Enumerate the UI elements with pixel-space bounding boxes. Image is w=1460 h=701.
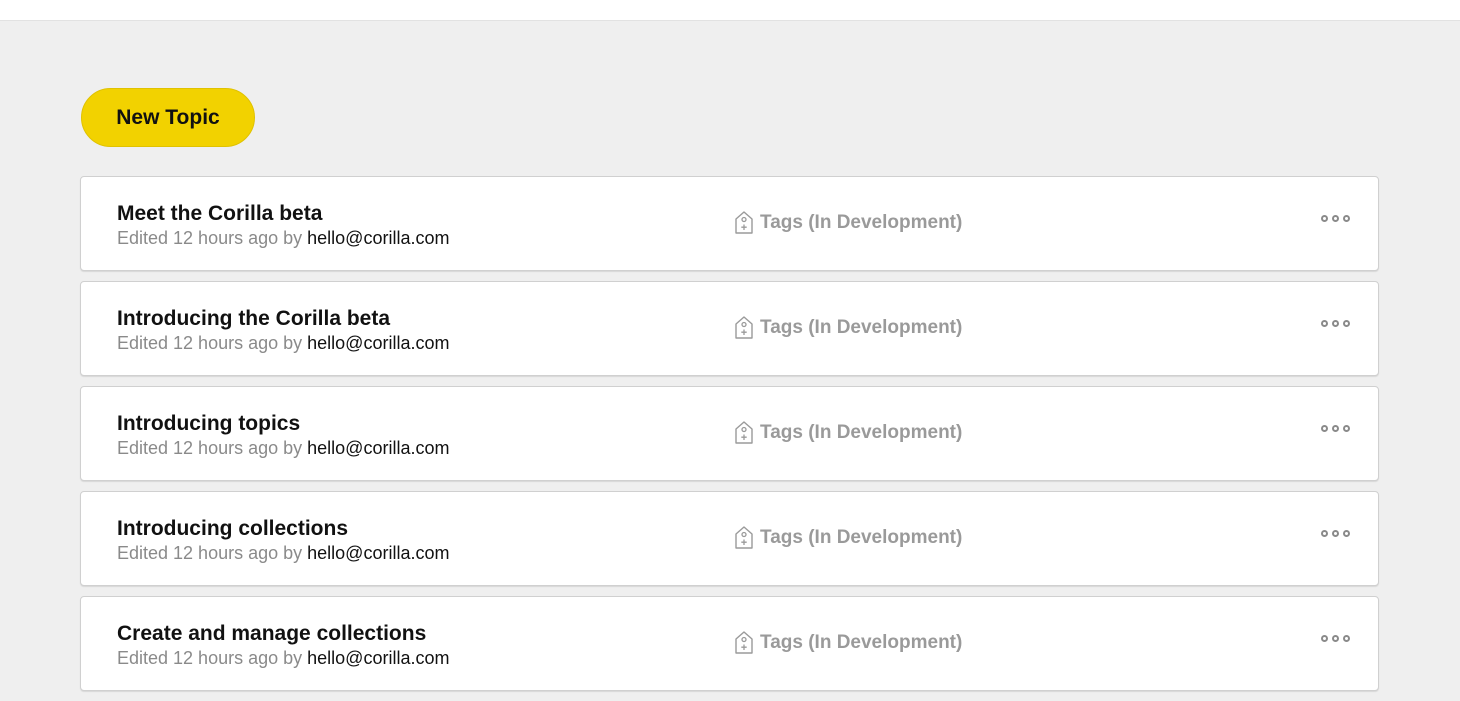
- author-email: hello@corilla.com: [307, 333, 450, 353]
- edited-text: Edited 12 hours ago by: [117, 333, 308, 353]
- more-options-icon: [1321, 320, 1328, 327]
- topic-card[interactable]: Create and manage collections Edited 12 …: [80, 596, 1379, 691]
- tag-add-icon: [735, 631, 753, 654]
- tags-control[interactable]: Tags (In Development): [734, 316, 962, 340]
- author-email: hello@corilla.com: [307, 228, 450, 248]
- topic-edited-meta: Edited 12 hours ago by hello@corilla.com: [117, 333, 449, 354]
- more-options-icon: [1343, 635, 1350, 642]
- topic-title[interactable]: Create and manage collections: [117, 622, 426, 646]
- edited-text: Edited 12 hours ago by: [117, 648, 308, 668]
- topic-card[interactable]: Introducing the Corilla beta Edited 12 h…: [80, 281, 1379, 376]
- more-options-button[interactable]: [1319, 528, 1352, 539]
- tag-add-icon: [735, 421, 753, 444]
- tags-label: Tags (In Development): [760, 422, 963, 443]
- edited-text: Edited 12 hours ago by: [117, 438, 308, 458]
- more-options-icon: [1332, 530, 1339, 537]
- tags-control[interactable]: Tags (In Development): [734, 211, 962, 235]
- new-topic-button[interactable]: New Topic: [81, 88, 255, 147]
- topic-title[interactable]: Introducing the Corilla beta: [117, 307, 390, 331]
- topic-list: Meet the Corilla beta Edited 12 hours ag…: [80, 176, 1379, 701]
- tag-add-icon: [735, 316, 753, 339]
- edited-text: Edited 12 hours ago by: [117, 228, 308, 248]
- more-options-button[interactable]: [1319, 423, 1352, 434]
- tags-control[interactable]: Tags (In Development): [734, 421, 962, 445]
- tag-add-icon: [735, 211, 753, 234]
- topic-title[interactable]: Introducing topics: [117, 412, 300, 436]
- more-options-icon: [1332, 425, 1339, 432]
- more-options-button[interactable]: [1319, 633, 1352, 644]
- more-options-icon: [1343, 215, 1350, 222]
- topic-title[interactable]: Introducing collections: [117, 517, 348, 541]
- more-options-icon: [1343, 530, 1350, 537]
- more-options-icon: [1332, 320, 1339, 327]
- edited-text: Edited 12 hours ago by: [117, 543, 308, 563]
- author-email: hello@corilla.com: [307, 543, 450, 563]
- author-email: hello@corilla.com: [307, 648, 450, 668]
- tag-add-icon: [735, 526, 753, 549]
- more-options-icon: [1343, 320, 1350, 327]
- more-options-icon: [1321, 635, 1328, 642]
- topic-title[interactable]: Meet the Corilla beta: [117, 202, 322, 226]
- top-bar: [0, 0, 1460, 21]
- more-options-icon: [1332, 215, 1339, 222]
- topic-card[interactable]: Introducing topics Edited 12 hours ago b…: [80, 386, 1379, 481]
- topic-card[interactable]: Meet the Corilla beta Edited 12 hours ag…: [80, 176, 1379, 271]
- tags-control[interactable]: Tags (In Development): [734, 631, 962, 655]
- topic-card[interactable]: Introducing collections Edited 12 hours …: [80, 491, 1379, 586]
- topic-edited-meta: Edited 12 hours ago by hello@corilla.com: [117, 648, 449, 669]
- more-options-icon: [1321, 530, 1328, 537]
- more-options-button[interactable]: [1319, 318, 1352, 329]
- more-options-icon: [1321, 425, 1328, 432]
- topic-edited-meta: Edited 12 hours ago by hello@corilla.com: [117, 438, 449, 459]
- tags-label: Tags (In Development): [760, 527, 963, 548]
- topic-edited-meta: Edited 12 hours ago by hello@corilla.com: [117, 228, 449, 249]
- more-options-button[interactable]: [1319, 213, 1352, 224]
- topic-edited-meta: Edited 12 hours ago by hello@corilla.com: [117, 543, 449, 564]
- tags-control[interactable]: Tags (In Development): [734, 526, 962, 550]
- tags-label: Tags (In Development): [760, 317, 963, 338]
- more-options-icon: [1321, 215, 1328, 222]
- more-options-icon: [1343, 425, 1350, 432]
- more-options-icon: [1332, 635, 1339, 642]
- tags-label: Tags (In Development): [760, 632, 963, 653]
- author-email: hello@corilla.com: [307, 438, 450, 458]
- tags-label: Tags (In Development): [760, 212, 963, 233]
